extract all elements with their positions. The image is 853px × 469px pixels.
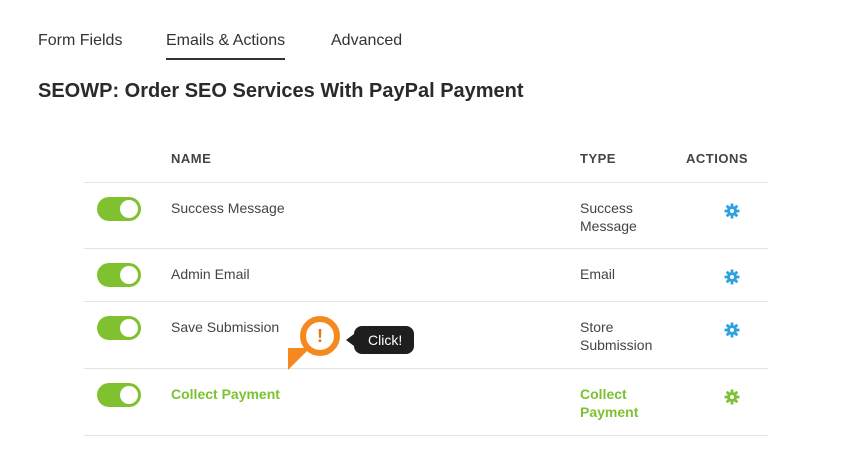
gear-icon[interactable]	[724, 322, 740, 338]
enable-toggle[interactable]	[97, 383, 141, 407]
tab-advanced[interactable]: Advanced	[331, 32, 402, 58]
toggle-knob	[120, 386, 138, 404]
action-name[interactable]: Save Submission	[171, 319, 279, 335]
enable-toggle[interactable]	[97, 263, 141, 287]
column-header-type: TYPE	[580, 151, 616, 166]
action-type: Store Submission	[580, 319, 653, 353]
table-row: Success Message Success Message	[84, 182, 768, 249]
column-header-actions: ACTIONS	[686, 151, 748, 166]
gear-icon[interactable]	[724, 203, 740, 219]
enable-toggle[interactable]	[97, 316, 141, 340]
gear-icon[interactable]	[724, 269, 740, 285]
callout-label: Click!	[345, 326, 415, 354]
exclamation-symbol: !	[317, 326, 323, 346]
table-row: Admin Email Email	[84, 248, 768, 302]
tab-emails-actions[interactable]: Emails & Actions	[166, 32, 286, 60]
action-type: Email	[580, 266, 616, 282]
enable-toggle[interactable]	[97, 197, 141, 221]
action-name-collect-payment[interactable]: Collect Payment	[171, 386, 280, 402]
action-name[interactable]: Success Message	[171, 200, 285, 216]
tutorial-callout: ! Click!	[288, 312, 428, 382]
gear-icon[interactable]	[724, 389, 740, 405]
column-header-name: NAME	[171, 151, 212, 166]
action-name[interactable]: Admin Email	[171, 266, 250, 282]
toggle-knob	[120, 200, 138, 218]
toggle-knob	[120, 266, 138, 284]
action-type: Success Message	[580, 200, 637, 234]
page-title: SEOWP: Order SEO Services With PayPal Pa…	[38, 80, 524, 102]
toggle-knob	[120, 319, 138, 337]
action-type: Collect Payment	[580, 386, 639, 420]
tab-form-fields[interactable]: Form Fields	[38, 32, 122, 58]
exclamation-icon: !	[300, 316, 340, 356]
